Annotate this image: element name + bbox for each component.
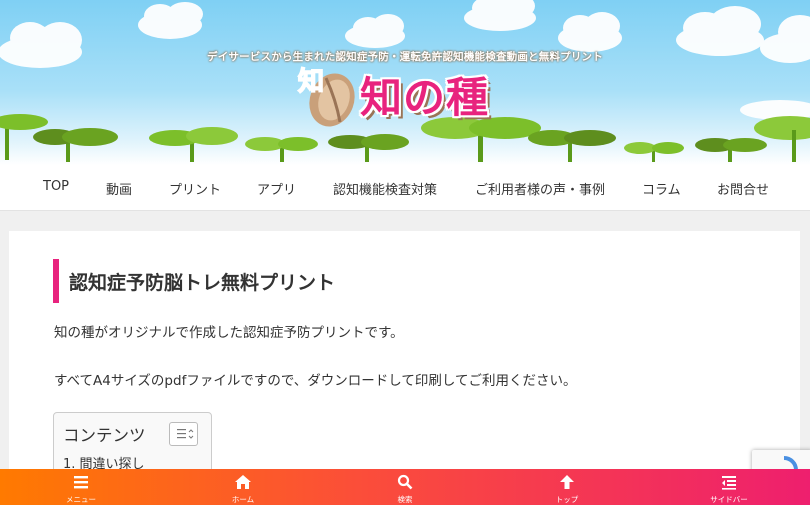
- nav-item-testimonials[interactable]: ご利用者様の声・事例: [475, 179, 605, 198]
- download-note-paragraph: すべてA4サイズのpdfファイルですので、ダウンロードして印刷してご利用ください…: [54, 373, 577, 389]
- sidebar-icon: [722, 476, 736, 490]
- nav-item-column[interactable]: コラム: [642, 179, 681, 198]
- footer-menu-button[interactable]: メニュー: [36, 469, 126, 505]
- footer-home-label: ホーム: [231, 495, 255, 504]
- site-logo[interactable]: 知 知の種: [296, 60, 526, 130]
- footer-sidebar-button[interactable]: サイドバー: [684, 469, 774, 505]
- footer-top-label: トップ: [555, 495, 579, 504]
- footer-menu-label: メニュー: [66, 495, 96, 504]
- footer-sidebar-label: サイドバー: [710, 495, 748, 504]
- seed-logo-mark: 知: [297, 66, 355, 127]
- site-header: デイサービスから生まれた認知症予防・運転免許認知機能検査動画と無料プリント 知 …: [0, 0, 810, 165]
- main-navigation: TOP 動画 プリント アプリ 認知機能検査対策 ご利用者様の声・事例 コラム …: [0, 165, 810, 211]
- nav-item-apps[interactable]: アプリ: [257, 179, 296, 198]
- article-card: 認知症予防脳トレ無料プリント 知の種がオリジナルで作成した認知症予防プリントです…: [9, 231, 800, 505]
- intro-paragraph: 知の種がオリジナルで作成した認知症予防プリントです。: [54, 325, 404, 341]
- menu-icon: [74, 476, 88, 489]
- list-toggle-icon: [177, 429, 194, 439]
- footer-top-button[interactable]: トップ: [522, 469, 612, 505]
- page-title: 認知症予防脳トレ無料プリント: [53, 259, 335, 303]
- toc-title: コンテンツ: [63, 426, 146, 445]
- search-icon: [397, 474, 413, 490]
- home-icon: [235, 475, 251, 489]
- arrow-up-icon: [560, 475, 574, 489]
- mobile-footer-menu: メニュー ホーム 検索 トップ サイドバー: [0, 469, 810, 505]
- footer-home-button[interactable]: ホーム: [198, 469, 288, 505]
- footer-search-label: 検索: [397, 495, 413, 504]
- nav-item-videos[interactable]: 動画: [106, 179, 132, 198]
- nav-item-prints[interactable]: プリント: [169, 179, 221, 198]
- toc-toggle-button[interactable]: [169, 422, 198, 446]
- nav-item-cognitive-test[interactable]: 認知機能検査対策: [333, 179, 437, 198]
- nav-item-top[interactable]: TOP: [43, 179, 69, 194]
- footer-search-button[interactable]: 検索: [360, 469, 450, 505]
- nav-item-contact[interactable]: お問合せ: [717, 179, 769, 198]
- logo-text: 知の種: [360, 73, 490, 122]
- logo-mark-letter: 知: [298, 67, 324, 97]
